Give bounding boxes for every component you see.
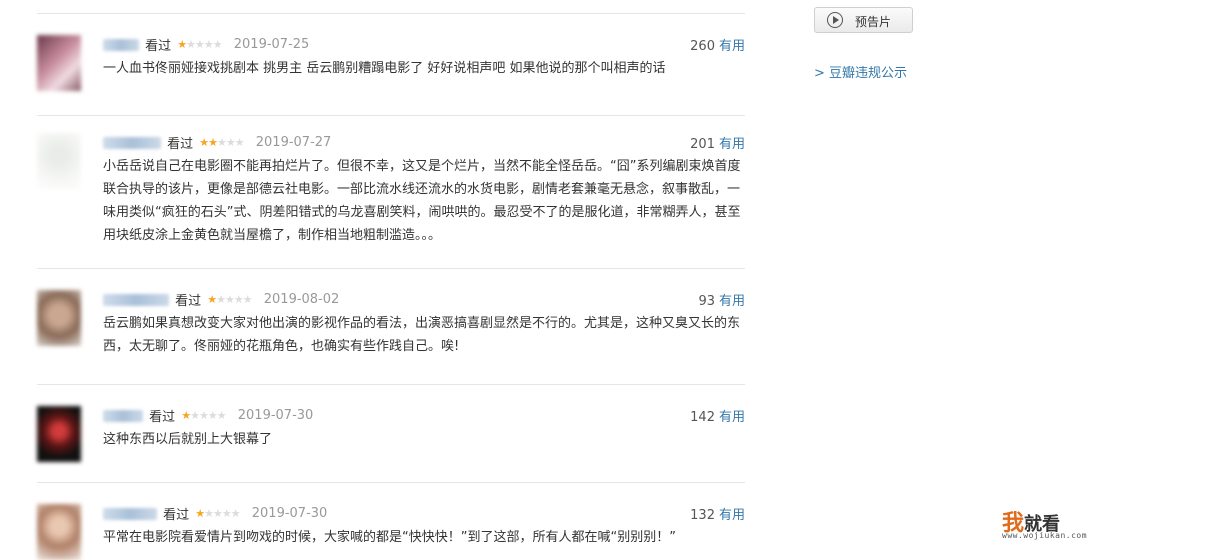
comment-item: 看过 ★★★★★ 2019-08-02 93 有用 岳云鹏如果真想改变大家对他出演…	[37, 290, 745, 385]
watch-status: 看过	[167, 137, 194, 152]
watch-status: 看过	[175, 294, 202, 309]
site-watermark: 我就看 www.wojiukan.com	[1002, 505, 1112, 545]
comment-item: 看过 ★★★★★ 2019-07-27 201 有用 小岳岳说自己在电影圈不能再拍…	[37, 133, 745, 269]
comment-item: 看过 ★★★★★ 2019-07-25 260 有用 一人血书佟丽娅接戏挑剧本 挑…	[37, 35, 745, 116]
vote-count: 93	[698, 294, 715, 309]
useful-votes: 260 有用	[690, 35, 745, 54]
violation-notice-link[interactable]: > 豆瓣违规公示	[814, 62, 907, 81]
comment-meta: 看过 ★★★★★ 2019-07-30 132 有用	[103, 504, 745, 524]
watch-status: 看过	[145, 39, 172, 54]
comment-text: 小岳岳说自己在电影圈不能再拍烂片了。但很不幸，这又是个烂片，当然不能全怪岳岳。“…	[103, 159, 741, 243]
comment-date: 2019-08-02	[263, 292, 340, 307]
comment-meta: 看过 ★★★★★ 2019-08-02 93 有用	[103, 290, 745, 310]
useful-votes: 142 有用	[690, 406, 745, 425]
username-blurred[interactable]	[103, 507, 157, 520]
comment-item: 看过 ★★★★★ 2019-07-30 132 有用 平常在电影院看爱情片到吻戏的…	[37, 504, 745, 560]
comment-meta: 看过 ★★★★★ 2019-07-25 260 有用	[103, 35, 745, 55]
avatar[interactable]	[37, 35, 81, 91]
star-icon: ★	[207, 293, 217, 306]
star-icon: ★★★★	[186, 38, 222, 51]
comment-text: 这种东西以后就别上大银幕了	[103, 432, 273, 447]
rating-stars: ★★★★★	[195, 507, 240, 520]
trailer-button[interactable]: 预告片	[814, 7, 913, 33]
avatar[interactable]	[37, 504, 81, 560]
comment-date: 2019-07-25	[233, 37, 310, 52]
rating-stars: ★★★★★	[199, 136, 245, 149]
star-icon: ★★★★	[216, 293, 252, 306]
useful-button[interactable]: 有用	[719, 294, 745, 309]
star-icon: ★	[181, 409, 191, 422]
comment-meta: 看过 ★★★★★ 2019-07-27 201 有用	[103, 133, 745, 153]
vote-count: 132	[690, 508, 715, 523]
star-icon: ★★★	[217, 136, 245, 149]
username-blurred[interactable]	[103, 293, 169, 306]
useful-button[interactable]: 有用	[719, 508, 745, 523]
watch-status: 看过	[149, 410, 176, 425]
trailer-label: 预告片	[855, 15, 892, 29]
useful-votes: 132 有用	[690, 504, 745, 523]
comment-meta: 看过 ★★★★★ 2019-07-30 142 有用	[103, 406, 745, 426]
star-icon: ★	[177, 38, 187, 51]
rating-stars: ★★★★★	[177, 38, 222, 51]
username-blurred[interactable]	[103, 38, 139, 51]
star-icon: ★	[195, 507, 205, 520]
useful-votes: 93 有用	[698, 290, 745, 309]
watch-status: 看过	[163, 508, 190, 523]
comment-item: 看过 ★★★★★ 2019-07-30 142 有用 这种东西以后就别上大银幕了	[37, 406, 745, 483]
vote-count: 260	[690, 39, 715, 54]
comment-date: 2019-07-30	[237, 408, 314, 423]
comment-text: 岳云鹏如果真想改变大家对他出演的影视作品的看法，出演恶搞喜剧显然是不行的。尤其是…	[103, 316, 741, 354]
star-icon: ★★	[199, 136, 218, 149]
star-icon: ★★★★	[190, 409, 226, 422]
useful-button[interactable]: 有用	[719, 410, 745, 425]
play-icon	[827, 12, 843, 28]
useful-button[interactable]: 有用	[719, 39, 745, 54]
useful-votes: 201 有用	[690, 133, 745, 152]
watermark-url: www.wojiukan.com	[1002, 531, 1088, 540]
comment-text: 平常在电影院看爱情片到吻戏的时候，大家喊的都是“快快快！”到了这部，所有人都在喊…	[103, 530, 676, 545]
username-blurred[interactable]	[103, 409, 143, 422]
vote-count: 142	[690, 410, 715, 425]
avatar[interactable]	[37, 133, 81, 189]
rating-stars: ★★★★★	[207, 293, 252, 306]
comment-text: 一人血书佟丽娅接戏挑剧本 挑男主 岳云鹏别糟蹋电影了 好好说相声吧 如果他说的那…	[103, 61, 666, 76]
comment-date: 2019-07-30	[251, 506, 328, 521]
avatar[interactable]	[37, 290, 81, 346]
list-top-divider	[37, 13, 745, 14]
username-blurred[interactable]	[103, 136, 161, 149]
comment-date: 2019-07-27	[255, 135, 332, 150]
rating-stars: ★★★★★	[181, 409, 226, 422]
vote-count: 201	[690, 137, 715, 152]
avatar[interactable]	[37, 406, 81, 462]
useful-button[interactable]: 有用	[719, 137, 745, 152]
star-icon: ★★★★	[204, 507, 240, 520]
